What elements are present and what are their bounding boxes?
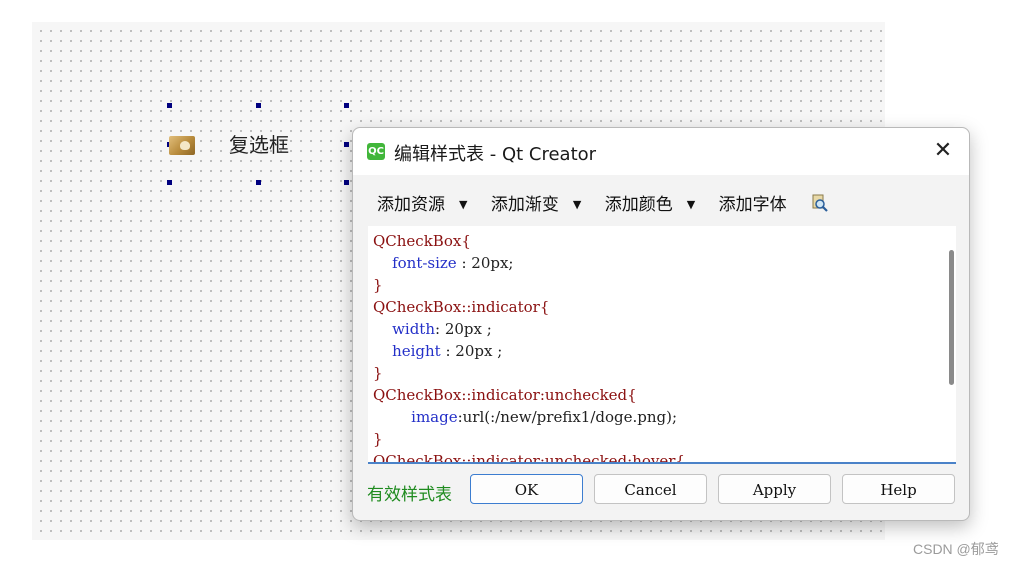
code-token-prop: height <box>373 342 441 360</box>
ok-button[interactable]: OK <box>470 474 583 504</box>
dialog-titlebar: QC 编辑样式表 - Qt Creator ✕ <box>353 128 969 175</box>
code-token-val: : 20px; <box>456 254 514 272</box>
stylesheet-editor[interactable]: QCheckBox{ font-size : 20px;}QCheckBox::… <box>368 226 956 464</box>
add-font-label: 添加字体 <box>718 195 787 215</box>
code-line: QCheckBox::indicator:unchecked:hover{ <box>373 450 685 464</box>
code-line: } <box>373 274 685 296</box>
close-button[interactable]: ✕ <box>928 136 958 166</box>
code-token-val: :url(:/new/prefix1/doge.png); <box>457 408 678 426</box>
add-resource-label: 添加资源 <box>377 195 445 215</box>
code-line: QCheckBox{ <box>373 230 685 252</box>
code-token-sel: } <box>373 364 383 382</box>
add-font-button[interactable]: 添加字体 <box>719 190 787 215</box>
chevron-down-icon: ▼ <box>572 198 582 211</box>
selection-handle[interactable] <box>344 180 349 185</box>
code-token-sel: QCheckBox::indicator:unchecked{ <box>373 386 637 404</box>
add-gradient-menu[interactable]: 添加渐变 ▼ <box>491 190 581 215</box>
code-line: } <box>373 362 685 384</box>
checkbox-label[interactable]: 复选框 <box>229 130 289 160</box>
code-token-val: : 20px ; <box>435 320 492 338</box>
code-token-val: : 20px ; <box>440 342 503 360</box>
checkbox-indicator-icon[interactable] <box>169 136 195 155</box>
selection-handle[interactable] <box>344 142 349 147</box>
code-line: width: 20px ; <box>373 318 685 340</box>
stylesheet-valid-status: 有效样式表 <box>367 485 452 505</box>
selection-handle[interactable] <box>167 180 172 185</box>
selection-handle[interactable] <box>167 103 172 108</box>
code-line: } <box>373 428 685 450</box>
chevron-down-icon: ▼ <box>459 198 468 211</box>
add-color-menu[interactable]: 添加颜色 ▼ <box>605 190 695 215</box>
code-token-sel: QCheckBox{ <box>373 232 471 250</box>
code-token-sel: } <box>373 276 383 294</box>
code-token-sel: QCheckBox::indicator:unchecked:hover{ <box>373 452 685 464</box>
scrollbar-thumb[interactable] <box>949 250 954 385</box>
apply-button[interactable]: Apply <box>718 474 831 504</box>
chevron-down-icon: ▼ <box>686 198 696 211</box>
cancel-button[interactable]: Cancel <box>594 474 707 504</box>
dialog-title: 编辑样式表 - Qt Creator <box>394 144 597 165</box>
code-token-sel: QCheckBox::indicator{ <box>373 298 550 316</box>
add-color-label: 添加颜色 <box>604 195 673 215</box>
qt-creator-icon: QC <box>367 143 385 160</box>
preview-magnifier-icon[interactable] <box>810 193 830 218</box>
help-button[interactable]: Help <box>842 474 955 504</box>
stylesheet-dialog: QC 编辑样式表 - Qt Creator ✕ 添加资源 ▼ 添加渐变 ▼ 添加颜色… <box>352 127 970 521</box>
code-text: QCheckBox{ font-size : 20px;}QCheckBox::… <box>373 230 685 464</box>
add-resource-menu[interactable]: 添加资源 ▼ <box>377 190 467 215</box>
code-token-prop: font-size <box>373 254 457 272</box>
selection-handle[interactable] <box>256 103 261 108</box>
code-line: QCheckBox::indicator{ <box>373 296 685 318</box>
code-line: QCheckBox::indicator:unchecked{ <box>373 384 685 406</box>
code-line: image:url(:/new/prefix1/doge.png); <box>373 406 685 428</box>
code-line: font-size : 20px; <box>373 252 685 274</box>
selection-handle[interactable] <box>256 180 261 185</box>
code-token-prop: image <box>373 408 458 426</box>
stylesheet-toolbar: 添加资源 ▼ 添加渐变 ▼ 添加颜色 ▼ 添加字体 <box>377 190 830 215</box>
code-line: height : 20px ; <box>373 340 685 362</box>
watermark-text: CSDN @郁鸢 <box>913 541 999 557</box>
editor-scrollbar[interactable] <box>945 226 956 462</box>
add-gradient-label: 添加渐变 <box>490 195 559 215</box>
selection-handle[interactable] <box>344 103 349 108</box>
code-token-prop: width <box>373 320 435 338</box>
code-token-sel: } <box>373 430 383 448</box>
